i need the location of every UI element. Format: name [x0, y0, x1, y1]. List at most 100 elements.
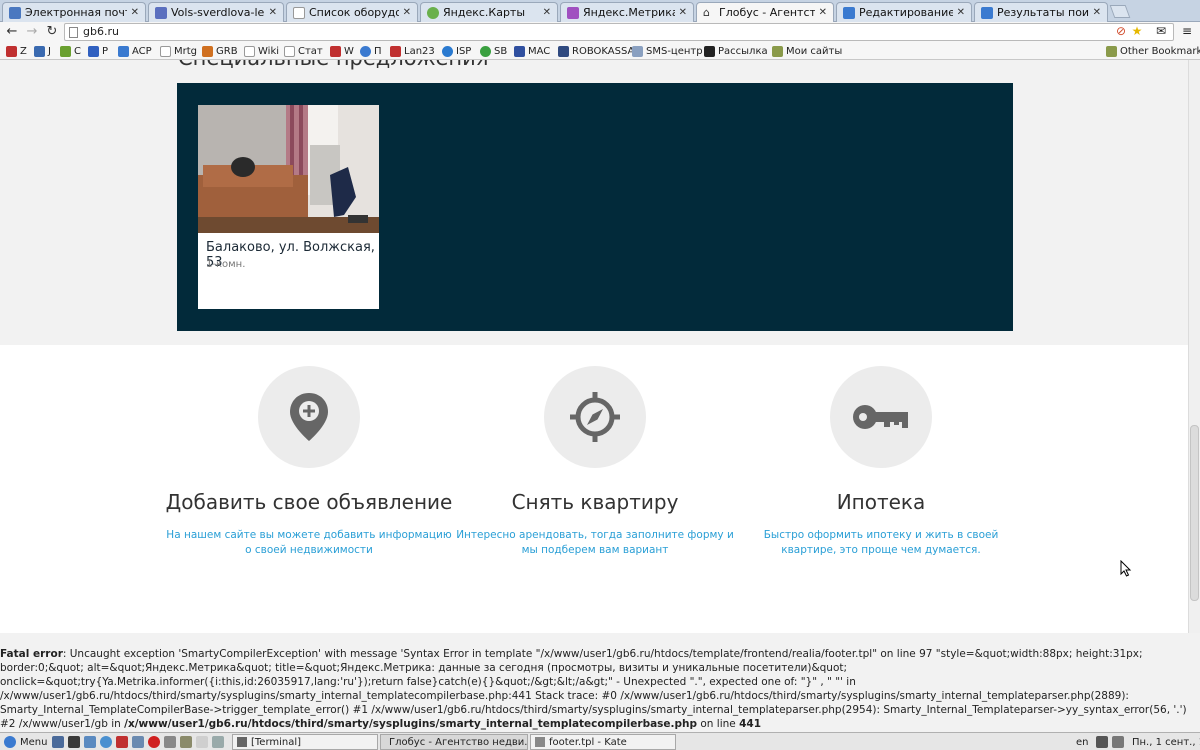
network-icon[interactable]	[1112, 736, 1124, 748]
tab-label: Vols-sverdlova-lenina-k	[171, 6, 265, 19]
new-tab-button[interactable]	[1109, 5, 1131, 18]
desktop-icon[interactable]	[84, 736, 96, 748]
close-icon[interactable]: ✕	[957, 7, 965, 18]
lan-icon	[390, 45, 401, 57]
close-icon[interactable]: ✕	[819, 7, 827, 18]
feature-title[interactable]: Ипотека	[736, 488, 1026, 516]
close-icon[interactable]: ✕	[543, 7, 551, 18]
bookmark-my-sites[interactable]: Мои сайты	[772, 44, 842, 58]
page-content: Специальные предложения	[0, 60, 1188, 633]
bookmark-grb[interactable]: GRB	[202, 44, 238, 58]
feature-title[interactable]: Снять квартиру	[450, 488, 740, 516]
browser-tab[interactable]: Результаты поиска - ✕	[974, 2, 1108, 22]
bookmark-mrtg[interactable]: Mrtg	[160, 44, 197, 58]
browser-tab[interactable]: Электронная почта от ✕	[2, 2, 146, 22]
keyboard-layout[interactable]: en	[1076, 734, 1089, 750]
bookmark-mac[interactable]: MAC	[514, 44, 550, 58]
menu-icon[interactable]: ≡	[1180, 24, 1194, 38]
taskbar-window-terminal[interactable]: [Terminal]	[232, 734, 378, 750]
browser-tab[interactable]: Яндекс.Карты ✕	[420, 2, 558, 22]
bookmark-w[interactable]: W	[330, 44, 354, 58]
bookmark-isp[interactable]: ISP	[442, 44, 471, 58]
feature-description[interactable]: На нашем сайте вы можете добавить информ…	[164, 528, 454, 558]
rent-circle[interactable]	[544, 366, 646, 468]
bookmark-p[interactable]: P	[88, 44, 108, 58]
tab-label: Электронная почта от	[25, 6, 127, 19]
property-rooms: 1-комн.	[206, 259, 246, 270]
page-scrollbar[interactable]	[1188, 60, 1200, 633]
property-photo[interactable]	[198, 105, 379, 233]
bookmark-c[interactable]: C	[60, 44, 81, 58]
taskbar-window-kate[interactable]: footer.tpl - Kate	[530, 734, 676, 750]
error-file: /x/www/user1/gb6.ru/htdocs/third/smarty/…	[124, 718, 698, 730]
taskbar-window-browser[interactable]: Глобус - Агентство недви...	[380, 734, 528, 750]
bookmark-acp[interactable]: ACP	[118, 44, 152, 58]
close-icon[interactable]: ✕	[403, 7, 411, 18]
back-arrow-icon[interactable]: ←	[4, 24, 20, 40]
grb-icon	[202, 45, 213, 57]
mail-icon[interactable]: ✉	[1154, 24, 1168, 38]
extension-icon[interactable]: ⊘	[1114, 24, 1128, 38]
sb-icon	[480, 45, 491, 57]
error-label: Fatal error	[0, 648, 63, 660]
browser-tab[interactable]: Яндекс.Метрика: Реда ✕	[560, 2, 694, 22]
volume-icon[interactable]	[1096, 736, 1108, 748]
joomla-icon	[34, 45, 45, 57]
tool-icon[interactable]	[180, 736, 192, 748]
metrika-icon	[567, 6, 579, 19]
trash-icon[interactable]	[212, 736, 224, 748]
opera-icon[interactable]	[148, 736, 160, 748]
bookmark-other[interactable]: Other Bookmarks	[1106, 44, 1200, 58]
folder-icon	[772, 45, 783, 57]
bookmark-stat[interactable]: Стат	[284, 44, 323, 58]
feature-description[interactable]: Быстро оформить ипотеку и жить в своей к…	[736, 528, 1026, 558]
browser-tab[interactable]: Vols-sverdlova-lenina-k ✕	[148, 2, 284, 22]
page-icon	[69, 27, 78, 38]
feature-add-listing: Добавить свое объявление На нашем сайте …	[164, 366, 454, 558]
bookmark-robokassa[interactable]: ROBOKASSA	[558, 44, 634, 58]
close-icon[interactable]: ✕	[1093, 7, 1101, 18]
mouse-icon[interactable]	[196, 736, 208, 748]
clock[interactable]: Пн., 1 сент., 10:08	[1132, 734, 1200, 750]
bookmark-j[interactable]: J	[34, 44, 51, 58]
star-icon[interactable]: ★	[1130, 24, 1144, 38]
forward-arrow-icon[interactable]: →	[24, 24, 40, 40]
close-icon[interactable]: ✕	[679, 7, 687, 18]
bookmark-sb[interactable]: SB	[480, 44, 507, 58]
browser-tab[interactable]: Редактирование сооб ✕	[836, 2, 972, 22]
filezilla-icon[interactable]	[116, 736, 128, 748]
mail-icon[interactable]	[132, 736, 144, 748]
bookmark-icon	[843, 6, 855, 19]
mortgage-circle[interactable]	[830, 366, 932, 468]
feature-title[interactable]: Добавить свое объявление	[164, 488, 454, 516]
close-icon[interactable]: ✕	[131, 7, 139, 18]
bookmark-z[interactable]: Z	[6, 44, 27, 58]
bookmark-rassylka[interactable]: Рассылка	[704, 44, 768, 58]
files-icon[interactable]	[52, 736, 64, 748]
start-menu-button[interactable]: Menu	[4, 734, 47, 750]
bookmark-p2[interactable]: П	[360, 44, 382, 58]
address-bar[interactable]: gb6.ru	[64, 23, 1174, 41]
mail-icon	[9, 6, 21, 19]
bookmark-sms[interactable]: SMS-центр	[632, 44, 703, 58]
terminal-icon[interactable]	[68, 736, 80, 748]
close-icon[interactable]: ✕	[269, 7, 277, 18]
bookmark-lan23[interactable]: Lan23	[390, 44, 435, 58]
mouse-cursor-icon	[1120, 560, 1132, 577]
browser-icon[interactable]	[100, 736, 112, 748]
browser-tab-active[interactable]: ⌂ Глобус - Агентство не ✕	[696, 2, 834, 22]
property-card[interactable]: Балаково, ул. Волжская, 53 1-комн.	[198, 105, 379, 309]
reload-icon[interactable]: ↻	[44, 24, 60, 40]
php-error-message: Fatal error: Uncaught exception 'SmartyC…	[0, 633, 1200, 732]
bookmark-icon	[981, 6, 993, 19]
browser-tab[interactable]: Список оборудования ✕	[286, 2, 418, 22]
terminal-icon	[237, 737, 247, 747]
specials-panel: Балаково, ул. Волжская, 53 1-комн.	[177, 83, 1013, 331]
calculator-icon[interactable]	[164, 736, 176, 748]
feature-mortgage: Ипотека Быстро оформить ипотеку и жить в…	[736, 366, 1026, 558]
tab-label: Список оборудования	[309, 6, 399, 19]
feature-description[interactable]: Интересно арендовать, тогда заполните фо…	[450, 528, 740, 558]
bookmark-wiki[interactable]: Wiki	[244, 44, 279, 58]
scrollbar-thumb[interactable]	[1190, 425, 1199, 601]
add-listing-circle[interactable]	[258, 366, 360, 468]
